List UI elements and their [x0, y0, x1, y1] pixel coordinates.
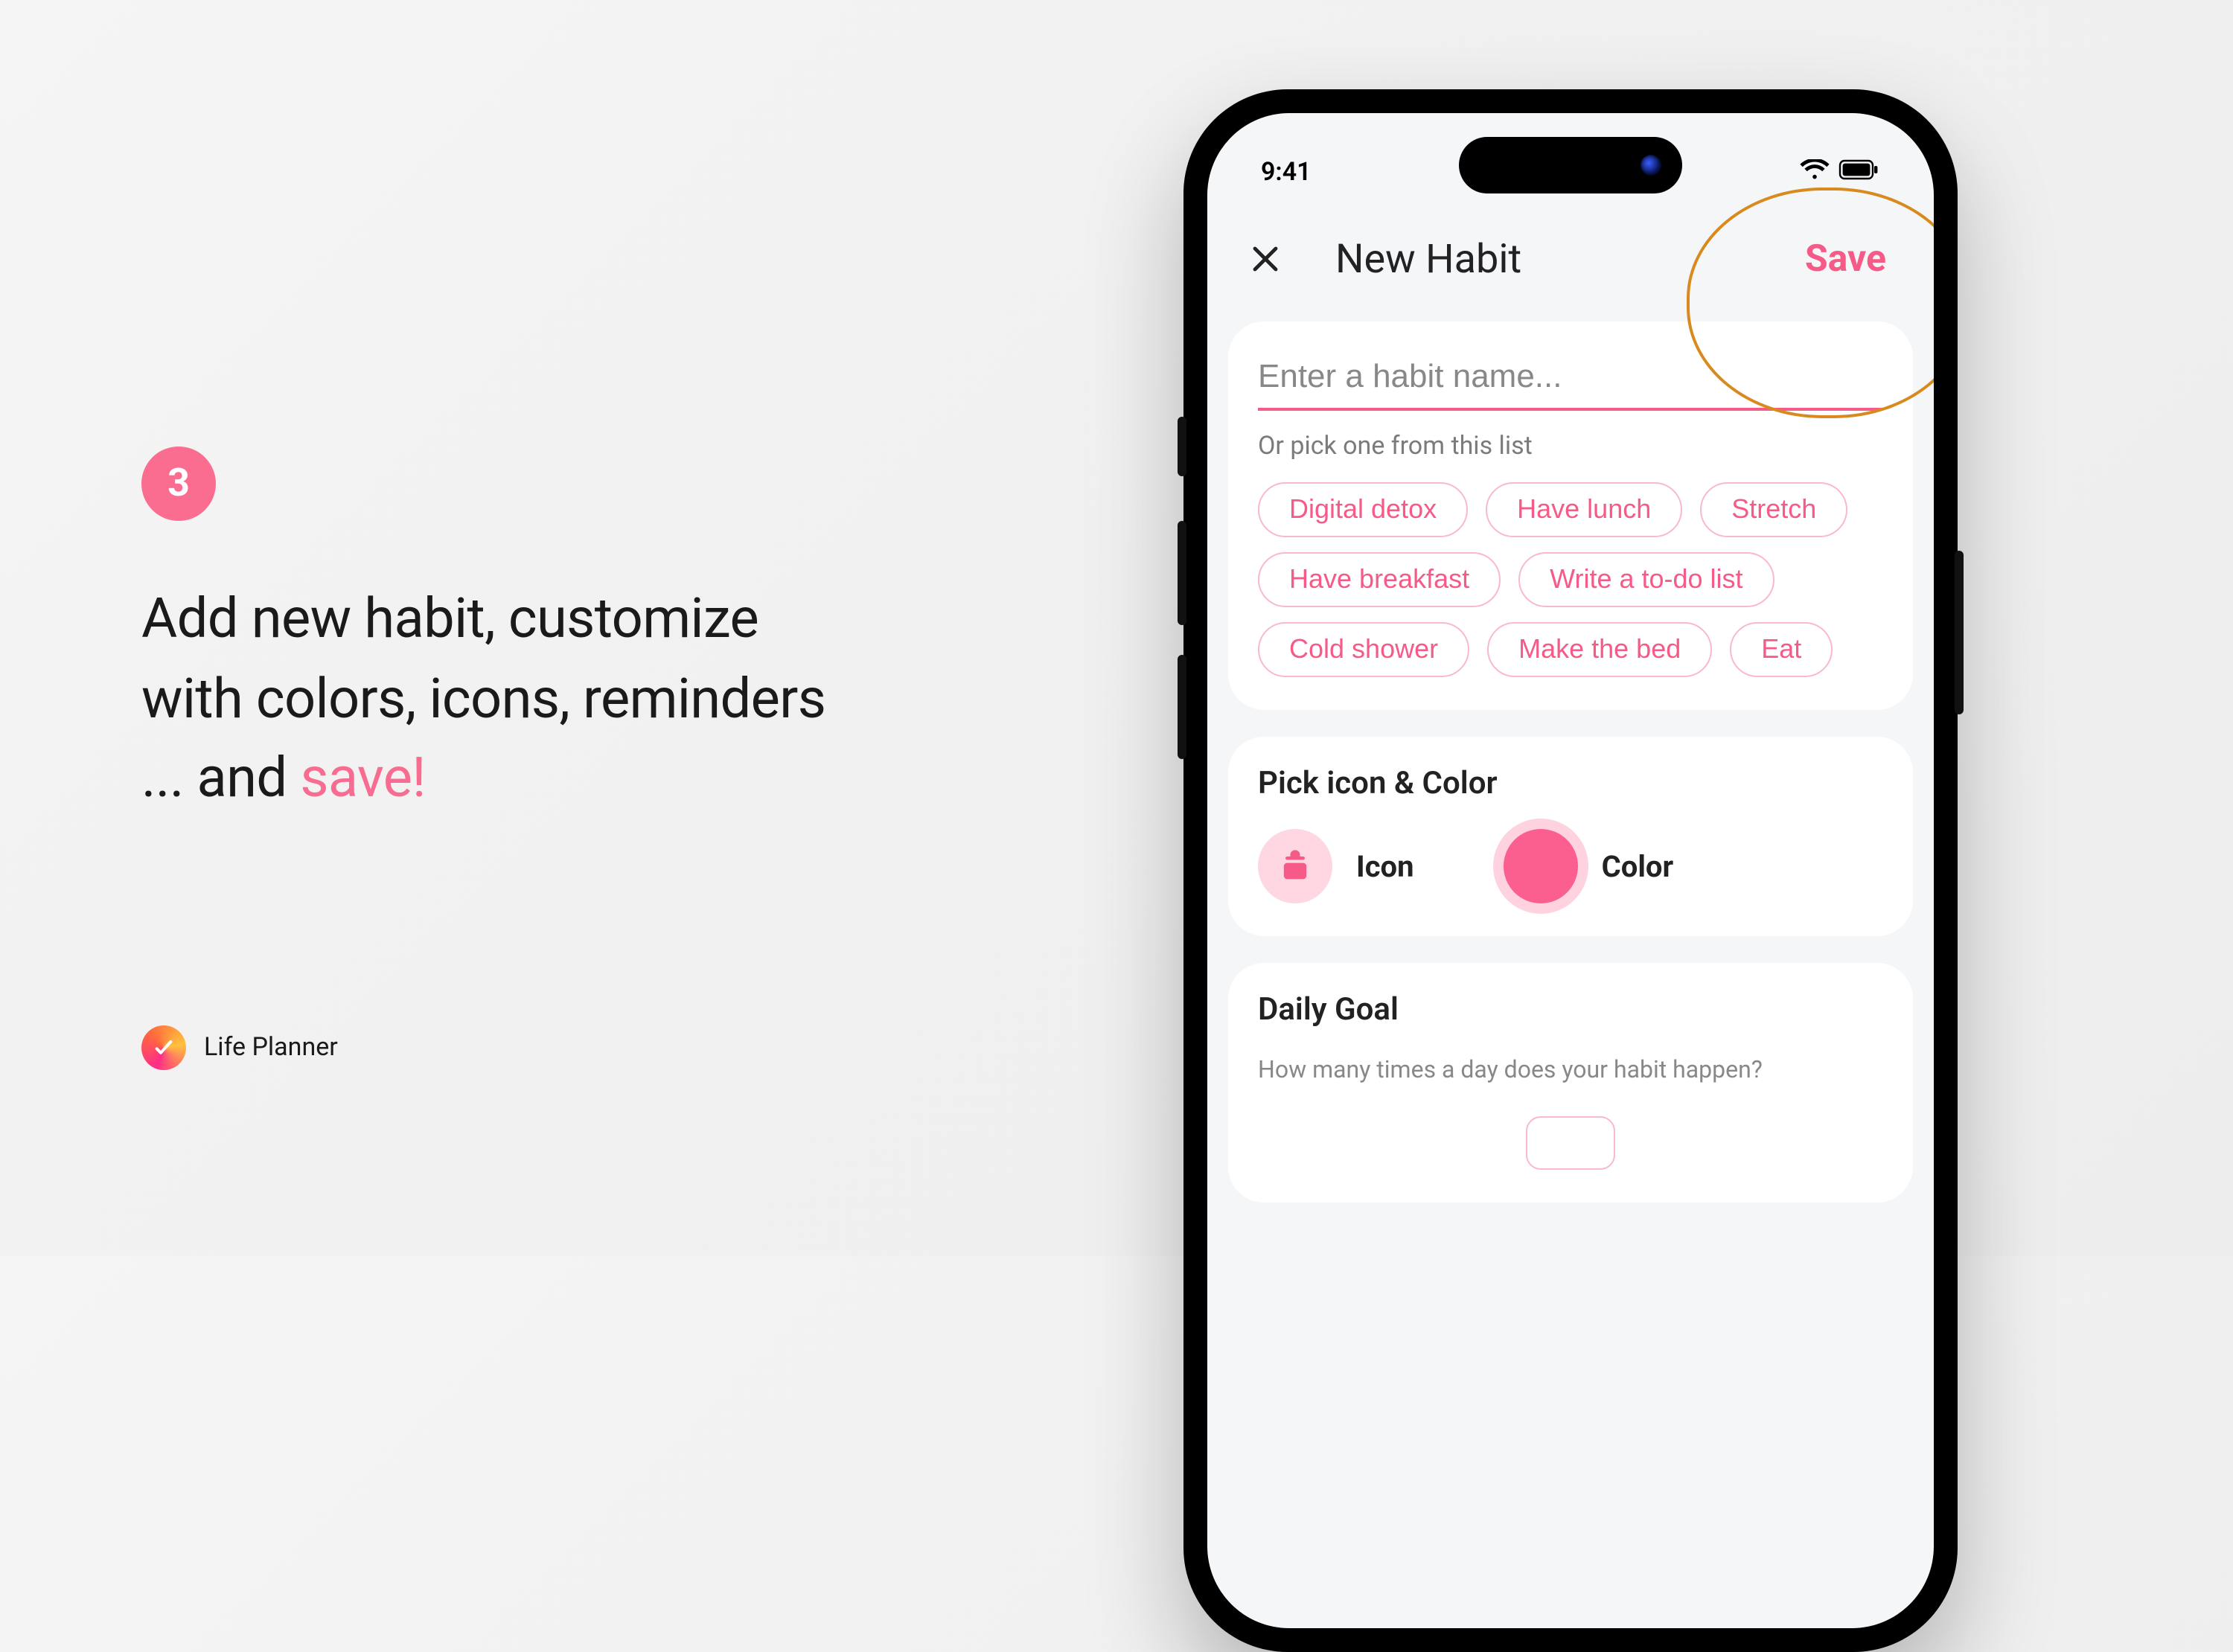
suggestion-hint: Or pick one from this list: [1258, 432, 1883, 461]
suggestion-chip[interactable]: Eat: [1730, 622, 1833, 677]
save-button[interactable]: Save: [1790, 228, 1901, 289]
phone-side-button: [1955, 551, 1964, 714]
color-swatch: [1504, 829, 1578, 903]
suggestion-chip[interactable]: Have lunch: [1486, 482, 1682, 537]
phone-side-button: [1178, 417, 1186, 476]
battery-icon: [1839, 158, 1880, 188]
suggestion-chip[interactable]: Write a to-do list: [1518, 552, 1774, 607]
headline-line1: Add new habit, customize: [141, 588, 758, 652]
phone-screen: 9:41 New Habit Save: [1207, 113, 1934, 1628]
phone-side-button: [1178, 655, 1186, 759]
habit-name-card: Or pick one from this list Digital detox…: [1228, 321, 1913, 710]
status-time: 9:41: [1261, 158, 1312, 188]
section-title-icon-color: Pick icon & Color: [1258, 766, 1883, 802]
suggestion-chip-row: Digital detox Have lunch Stretch Have break…: [1258, 482, 1883, 677]
promo-headline: Add new habit, customize with colors, ic…: [141, 580, 1094, 820]
icon-color-card: Pick icon & Color Icon Color: [1228, 737, 1913, 936]
icon-picker[interactable]: Icon: [1258, 829, 1414, 903]
daily-goal-card: Daily Goal How many times a day does you…: [1228, 963, 1913, 1203]
color-picker[interactable]: Color: [1504, 829, 1674, 903]
camera-icon: [1641, 155, 1661, 176]
brand-logo-icon: [141, 1025, 186, 1070]
brand-row: Life Planner: [141, 1025, 338, 1070]
headline-line2: with colors, icons, reminders: [141, 667, 825, 731]
color-picker-label: Color: [1602, 848, 1674, 884]
section-title-daily-goal: Daily Goal: [1258, 993, 1883, 1028]
close-button[interactable]: [1240, 234, 1291, 284]
suggestion-chip[interactable]: Digital detox: [1258, 482, 1468, 537]
suggestion-chip[interactable]: Have breakfast: [1258, 552, 1501, 607]
icon-picker-label: Icon: [1356, 848, 1414, 884]
goal-count-input[interactable]: [1526, 1116, 1615, 1170]
phone-side-button: [1178, 521, 1186, 625]
headline-line3-prefix: ... and: [141, 748, 300, 812]
page-title: New Habit: [1335, 235, 1521, 283]
brand-name: Life Planner: [204, 1033, 338, 1063]
phone-frame: 9:41 New Habit Save: [1183, 89, 1958, 1652]
topbar: New Habit Save: [1207, 205, 1934, 313]
suggestion-chip[interactable]: Stretch: [1700, 482, 1847, 537]
dynamic-island: [1459, 137, 1682, 193]
habit-icon-preview: [1258, 829, 1332, 903]
wifi-icon: [1800, 158, 1830, 188]
habit-name-input[interactable]: [1258, 351, 1883, 411]
headline-accent: save!: [300, 748, 426, 812]
daily-goal-subtitle: How many times a day does your habit hap…: [1258, 1055, 1883, 1083]
suggestion-chip[interactable]: Make the bed: [1487, 622, 1712, 677]
suggestion-chip[interactable]: Cold shower: [1258, 622, 1469, 677]
step-badge: 3: [141, 446, 216, 521]
